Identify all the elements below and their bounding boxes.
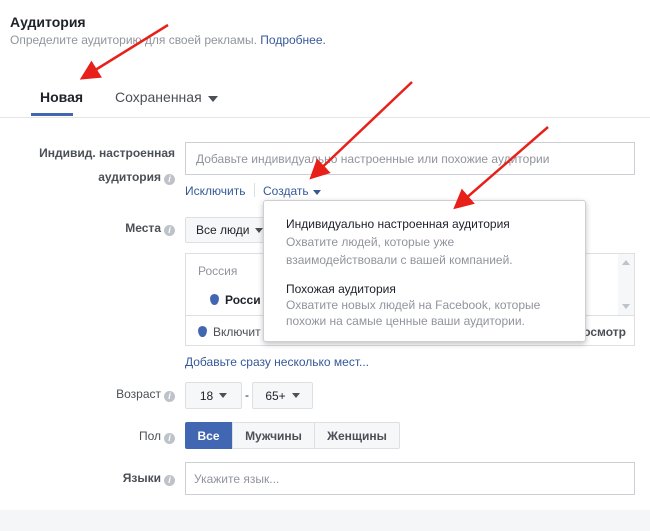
arrow-to-menu [453, 126, 549, 210]
arrow-to-new-tab [79, 23, 169, 80]
annotation-arrows [79, 23, 549, 210]
arrow-to-create [309, 81, 413, 180]
